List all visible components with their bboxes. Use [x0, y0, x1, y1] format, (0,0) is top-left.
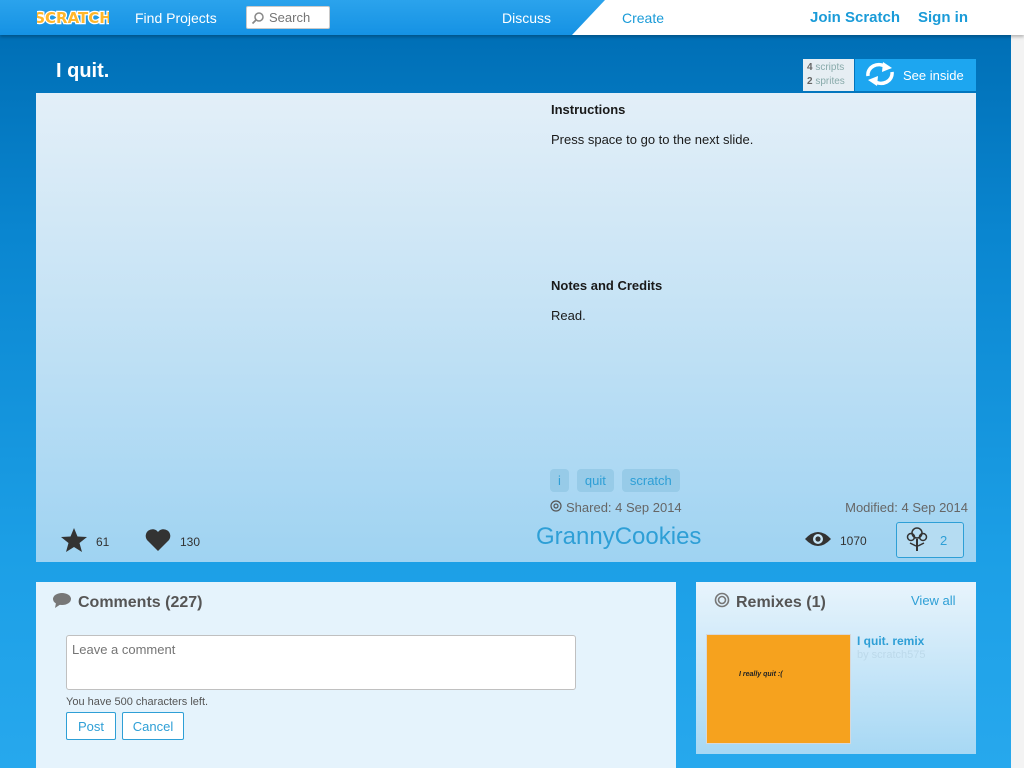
share-icon	[550, 500, 562, 515]
heart-icon[interactable]	[144, 528, 172, 555]
search-icon[interactable]	[247, 7, 269, 28]
tag-scratch[interactable]: scratch	[621, 469, 680, 492]
tag-list: i quit scratch	[550, 469, 680, 492]
scratch-logo[interactable]: SCRATCH	[37, 6, 109, 28]
remix-tree-icon	[906, 526, 928, 555]
comments-heading: Comments (227)	[52, 592, 202, 613]
scripts-label: scripts	[815, 62, 845, 73]
remix-thumbnail[interactable]: I really quit :(	[706, 634, 851, 744]
love-count: 130	[180, 534, 201, 549]
thumbnail-text: I really quit :(	[739, 671, 783, 678]
search-box[interactable]	[246, 6, 330, 29]
nav-create[interactable]: Create	[622, 10, 664, 26]
comment-input[interactable]	[66, 635, 576, 690]
modified-date: Modified: 4 Sep 2014	[845, 500, 968, 515]
join-scratch-link[interactable]: Join Scratch	[810, 9, 900, 26]
sign-in-link[interactable]: Sign in	[918, 9, 968, 26]
instructions-text: Press space to go to the next slide.	[551, 132, 754, 147]
favorite-count: 61	[96, 534, 110, 549]
sprites-label: sprites	[815, 76, 845, 87]
tag-i[interactable]: i	[550, 469, 569, 492]
sprites-count: 2	[807, 76, 813, 87]
comments-panel: Comments (227) You have 500 characters l…	[36, 582, 676, 768]
see-inside-icon	[865, 61, 895, 89]
remix-author[interactable]: by scratch575	[857, 649, 925, 661]
notes-heading: Notes and Credits	[551, 278, 663, 293]
shared-text: Shared: 4 Sep 2014	[566, 500, 682, 515]
project-counts: 4 scripts 2 sprites	[803, 59, 854, 91]
remixes-heading: Remixes (1)	[714, 592, 826, 613]
eye-icon	[804, 529, 832, 552]
star-icon[interactable]	[60, 527, 88, 556]
shared-date: Shared: 4 Sep 2014	[550, 500, 682, 515]
view-all-link[interactable]: View all	[911, 593, 956, 608]
nav-find-projects[interactable]: Find Projects	[135, 10, 217, 26]
top-nav: SCRATCH Find Projects Discuss Create Joi…	[0, 0, 1024, 35]
nav-discuss[interactable]: Discuss	[502, 10, 551, 26]
remixes-title: Remixes (1)	[736, 593, 826, 611]
svg-text:SCRATCH: SCRATCH	[37, 9, 109, 27]
love-stat[interactable]: 130	[144, 528, 200, 555]
scratch-logo-icon: SCRATCH	[37, 8, 109, 28]
favorite-stat[interactable]: 61	[60, 527, 109, 556]
notes-text: Read.	[551, 308, 586, 323]
remixes-panel: Remixes (1) View all I really quit :( I …	[696, 582, 976, 754]
project-player[interactable]	[36, 93, 536, 513]
page-edge	[1011, 0, 1024, 768]
remix-title-link[interactable]: I quit. remix	[857, 634, 924, 648]
views-count: 1070	[840, 533, 867, 548]
scripts-count: 4	[807, 62, 813, 73]
characters-left: You have 500 characters left.	[66, 696, 209, 708]
author-name[interactable]: GrannyCookies	[536, 523, 701, 551]
instructions-heading: Instructions	[551, 102, 626, 117]
remix-count: 2	[940, 532, 948, 548]
post-button[interactable]: Post	[66, 712, 116, 740]
views-stat: 1070	[804, 529, 867, 552]
remix-tree-button[interactable]: 2	[896, 522, 964, 558]
speech-bubble-icon	[52, 592, 72, 613]
project-main-panel: Instructions Press space to go to the ne…	[36, 93, 976, 562]
see-inside-button[interactable]: See inside	[855, 59, 976, 91]
see-inside-label: See inside	[903, 67, 964, 83]
cancel-button[interactable]: Cancel	[122, 712, 184, 740]
search-input[interactable]	[269, 10, 327, 25]
comments-title: Comments (227)	[78, 593, 203, 611]
project-title: I quit.	[56, 60, 110, 82]
remix-swirl-icon	[714, 592, 730, 613]
tag-quit[interactable]: quit	[576, 469, 614, 492]
